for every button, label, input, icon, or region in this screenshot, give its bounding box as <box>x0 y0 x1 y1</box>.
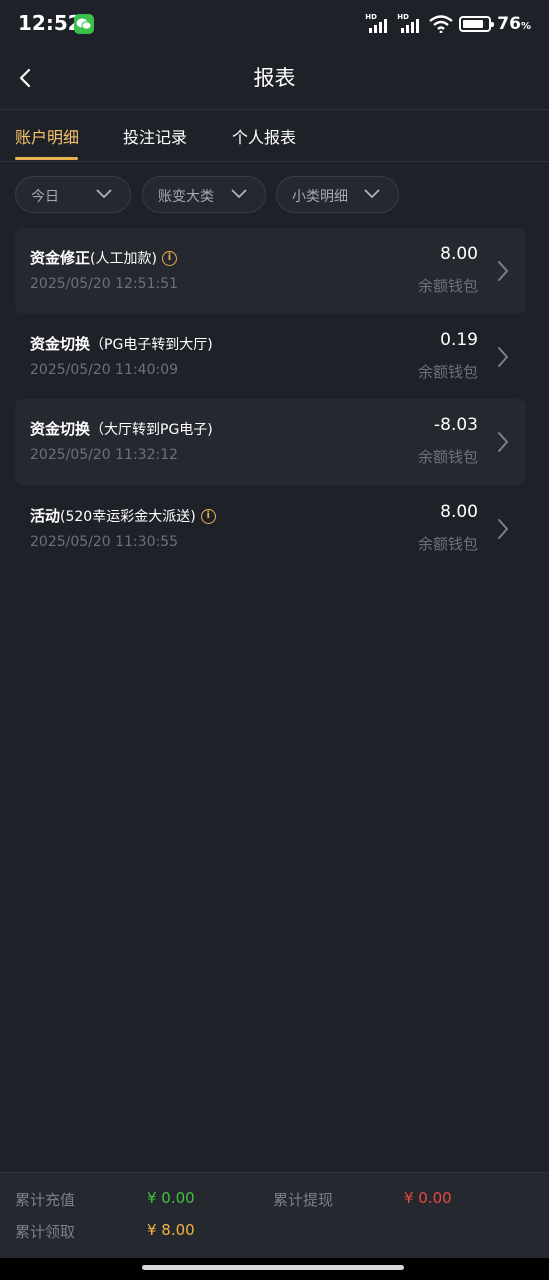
tab-personal-report[interactable]: 个人报表 <box>232 124 296 148</box>
filter-subcategory-dropdown[interactable]: 小类明细 <box>276 176 399 213</box>
status-bar: 12:52 HD HD 76% <box>0 0 549 48</box>
home-indicator-bar <box>0 1258 549 1280</box>
record-amount: 8.00 <box>440 244 478 264</box>
battery-icon <box>459 16 495 32</box>
filter-label: 账变大类 <box>158 189 214 205</box>
record-time: 2025/05/20 11:40:09 <box>30 362 179 378</box>
record-time: 2025/05/20 11:32:12 <box>30 447 179 463</box>
claim-total-value: ¥ 8.00 <box>147 1221 195 1239</box>
chevron-right-icon <box>498 261 509 281</box>
tab-account-details[interactable]: 账户明细 <box>15 124 79 148</box>
record-title: 资金修正(人工加款) i <box>30 247 177 268</box>
totals-footer: 累计充值 ¥ 0.00 累计提现 ¥ 0.00 累计领取 ¥ 8.00 <box>0 1172 549 1260</box>
page-title: 报表 <box>253 66 296 90</box>
record-wallet: 余额钱包 <box>417 535 478 553</box>
signal-icon: HD <box>365 13 391 33</box>
record-time: 2025/05/20 11:30:55 <box>30 534 179 550</box>
record-wallet: 余额钱包 <box>417 448 478 466</box>
chevron-right-icon <box>498 519 509 539</box>
filter-category-dropdown[interactable]: 账变大类 <box>142 176 266 213</box>
record-amount: -8.03 <box>434 415 478 435</box>
filter-label: 今日 <box>31 189 59 205</box>
withdraw-total-value: ¥ 0.00 <box>404 1189 452 1207</box>
tab-bar: 账户明细 投注记录 个人报表 <box>0 110 549 162</box>
list-item[interactable]: 资金切换（大厅转到PG电子) 2025/05/20 11:32:12 -8.03… <box>15 399 526 485</box>
filter-label: 小类明细 <box>292 189 348 205</box>
list-item[interactable]: 活动(520幸运彩金大派送) i 2025/05/20 11:30:55 8.00… <box>15 486 526 572</box>
battery-percent: 76% <box>497 14 531 34</box>
chevron-right-icon <box>498 432 509 452</box>
tab-active-indicator <box>15 157 78 160</box>
list-item[interactable]: 资金修正(人工加款) i 2025/05/20 12:51:51 8.00 余额钱… <box>15 228 526 314</box>
record-wallet: 余额钱包 <box>417 363 478 381</box>
home-indicator[interactable] <box>142 1265 404 1270</box>
record-time: 2025/05/20 12:51:51 <box>30 276 179 292</box>
info-icon[interactable]: i <box>161 251 177 266</box>
record-title: 资金切换（大厅转到PG电子) <box>30 420 213 438</box>
withdraw-total-label: 累计提现 <box>273 1191 334 1209</box>
recharge-total-label: 累计充值 <box>15 1191 76 1209</box>
tab-bet-records[interactable]: 投注记录 <box>123 124 187 148</box>
wifi-icon <box>429 15 454 33</box>
chevron-down-icon <box>96 189 112 199</box>
chevron-down-icon <box>231 189 247 199</box>
list-item[interactable]: 资金切换（PG电子转到大厅) 2025/05/20 11:40:09 0.19 … <box>15 314 526 400</box>
info-icon[interactable]: i <box>200 509 216 524</box>
chevron-down-icon <box>364 189 380 199</box>
record-wallet: 余额钱包 <box>417 277 478 295</box>
claim-total-label: 累计领取 <box>15 1223 76 1241</box>
chevron-right-icon <box>498 347 509 367</box>
recharge-total-value: ¥ 0.00 <box>147 1189 195 1207</box>
app-header: 报表 <box>0 48 549 110</box>
wechat-icon <box>74 14 94 34</box>
record-amount: 0.19 <box>440 330 478 350</box>
signal-icon: HD <box>397 13 423 33</box>
record-title: 活动(520幸运彩金大派送) i <box>30 505 216 526</box>
status-time: 12:52 <box>18 11 82 35</box>
record-title: 资金切换（PG电子转到大厅) <box>30 335 213 353</box>
record-amount: 8.00 <box>440 502 478 522</box>
filter-date-dropdown[interactable]: 今日 <box>15 176 131 213</box>
